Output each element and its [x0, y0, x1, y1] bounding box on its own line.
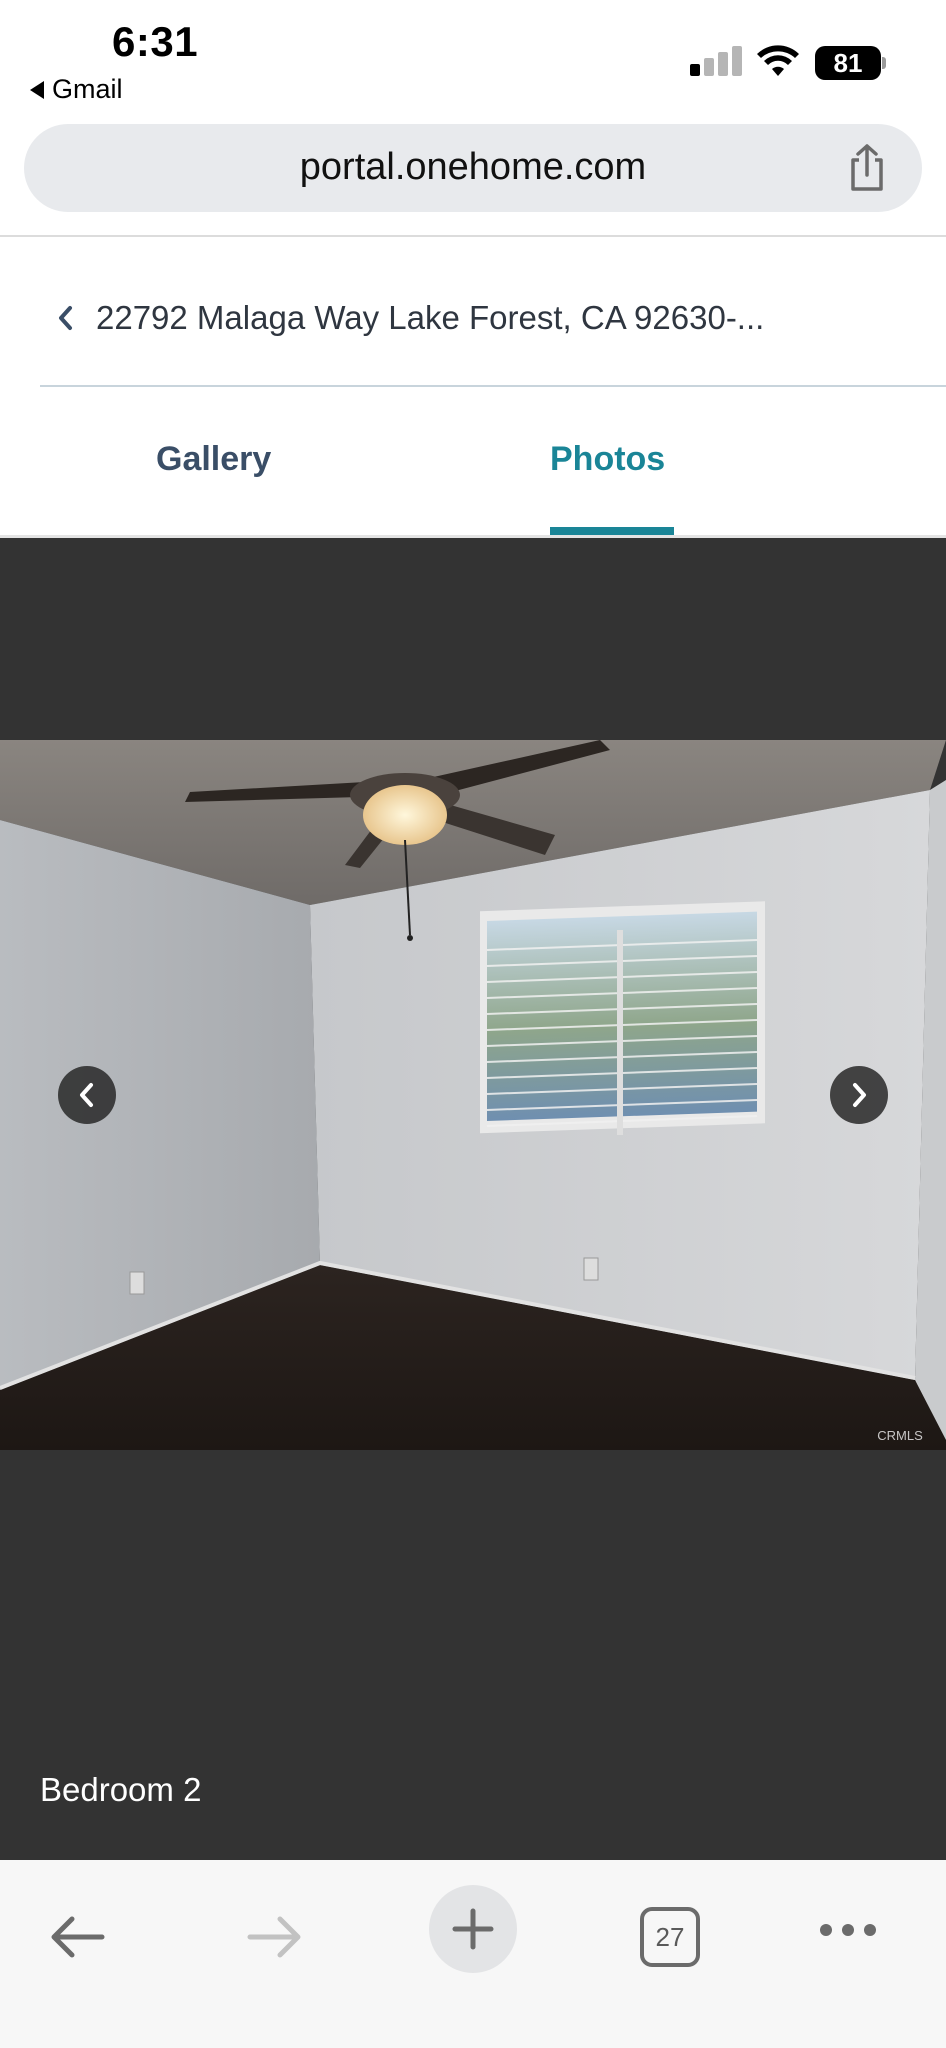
plus-icon [452, 1908, 494, 1950]
photo-viewer: CRMLS Bedroom 2 [0, 538, 946, 1860]
tab-photos[interactable]: Photos [550, 440, 665, 479]
listing-photo[interactable]: CRMLS [0, 740, 946, 1450]
battery-icon: 81 [815, 46, 881, 80]
next-photo-button[interactable] [830, 1066, 888, 1124]
chevron-left-icon[interactable] [56, 303, 74, 333]
back-to-app-button[interactable]: Gmail [30, 74, 123, 105]
back-triangle-icon [30, 80, 44, 99]
wifi-icon [757, 45, 799, 76]
more-icon[interactable] [820, 1924, 876, 1936]
chevron-right-icon [853, 1083, 866, 1107]
new-tab-button[interactable] [429, 1885, 517, 1973]
cellular-signal-icon [690, 46, 742, 76]
active-tab-indicator [550, 527, 674, 535]
header-divider [0, 235, 946, 237]
tab-gallery[interactable]: Gallery [156, 440, 271, 479]
address-divider [40, 385, 946, 387]
photo-caption: Bedroom 2 [40, 1771, 202, 1808]
browser-toolbar: 27 [0, 1860, 946, 2048]
arrow-left-icon[interactable] [46, 1912, 108, 1962]
url-text[interactable]: portal.onehome.com [24, 146, 922, 189]
share-icon[interactable] [842, 142, 892, 194]
chevron-left-icon [80, 1083, 93, 1107]
battery-tip [882, 57, 886, 69]
listing-address: 22792 Malaga Way Lake Forest, CA 92630-.… [96, 299, 765, 336]
status-time: 6:31 [112, 18, 199, 65]
back-app-label: Gmail [52, 74, 123, 104]
tab-switcher-button[interactable]: 27 [640, 1907, 700, 1967]
photo-watermark: CRMLS [877, 1428, 923, 1443]
previous-photo-button[interactable] [58, 1066, 116, 1124]
arrow-right-icon[interactable] [244, 1912, 306, 1962]
status-bar: 6:31 Gmail 81 [0, 0, 946, 118]
url-bar[interactable]: portal.onehome.com [24, 124, 922, 212]
address-back-link[interactable]: 22792 Malaga Way Lake Forest, CA 92630-.… [56, 290, 936, 346]
